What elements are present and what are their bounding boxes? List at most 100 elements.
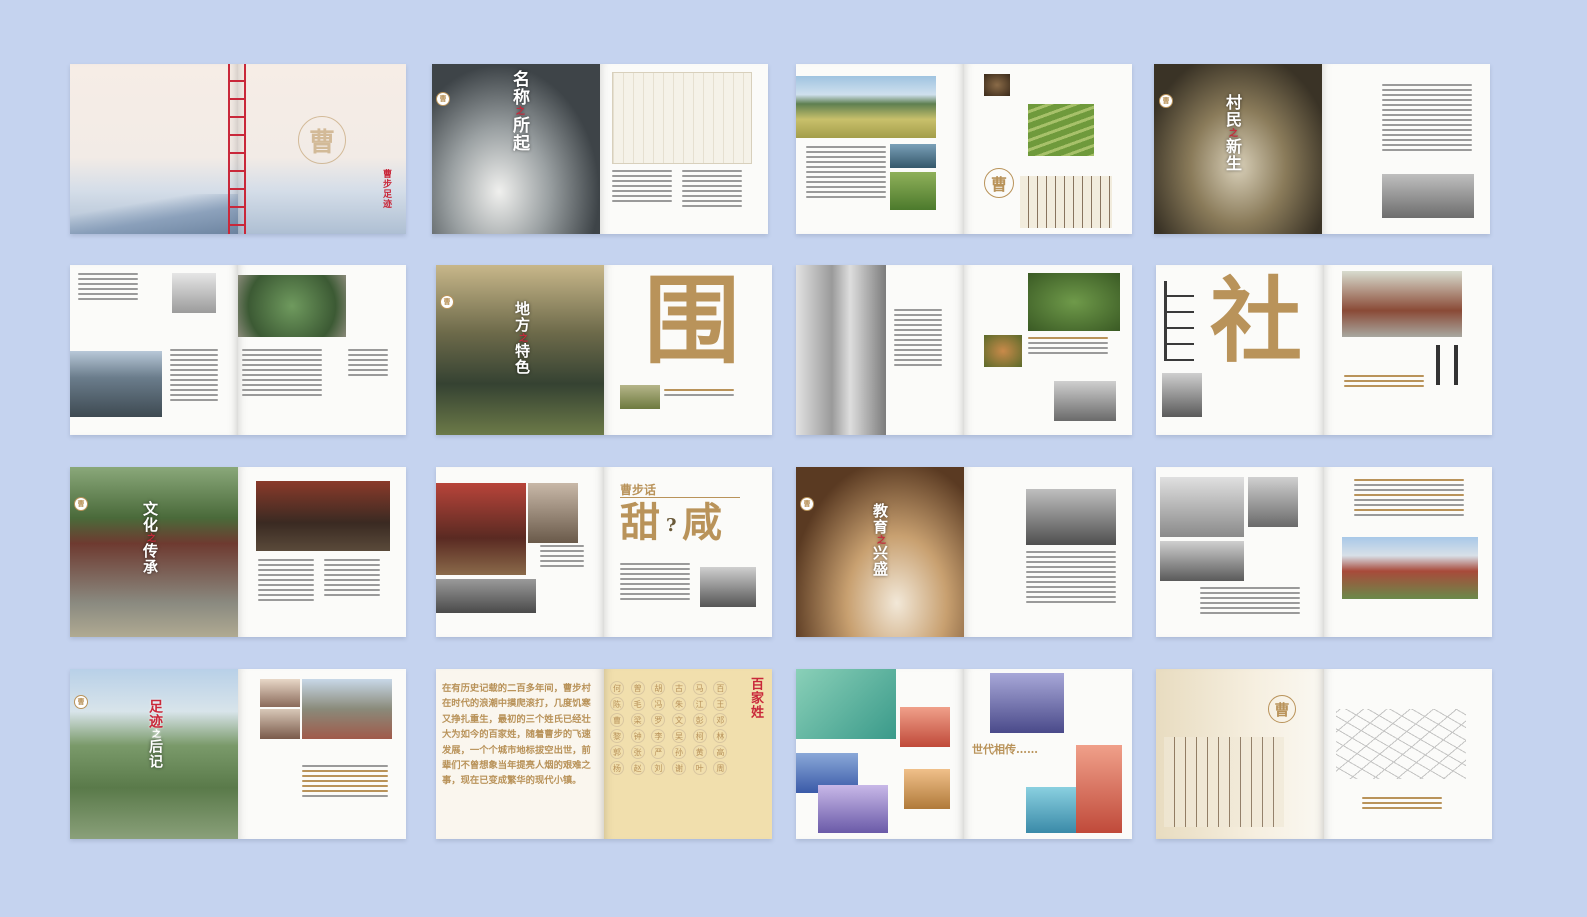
school-gate-photo <box>1160 477 1244 537</box>
calligraphy-scan <box>1020 176 1112 228</box>
body-text-block <box>242 349 322 399</box>
elderly-person-photo <box>1162 373 1202 417</box>
tool-illustration <box>1436 345 1458 385</box>
aerial-tree-photo <box>238 275 346 337</box>
big-character: 社 <box>1210 267 1303 375</box>
cao-logo: 曹 <box>984 168 1014 198</box>
generations-heading: 世代相传…… <box>972 743 1038 756</box>
historic-map-scan <box>612 72 752 164</box>
brochure-spread-cover: 曹 曹步足迹 <box>70 64 406 234</box>
foggy-street-photo <box>1382 174 1474 218</box>
dialect-heading: 曹步话 <box>620 483 657 497</box>
worker-red-photo <box>900 707 950 747</box>
cao-logo: 曹 <box>436 92 450 106</box>
fruit-tree-photo <box>1028 273 1120 331</box>
caption-text <box>1344 375 1424 390</box>
body-text-block <box>78 273 138 303</box>
big-character-salty: 咸 <box>682 499 722 546</box>
cao-logo: 曹 <box>1159 94 1173 108</box>
cover-title: 曹步足迹 <box>381 169 391 209</box>
city-aerial-photo <box>302 679 392 739</box>
cao-logo: 曹 <box>298 116 346 164</box>
red-ladder-decoration <box>228 64 246 234</box>
body-text-block <box>894 309 942 369</box>
temple-gate-photo <box>1342 271 1462 337</box>
cao-logo: 曹 <box>800 497 814 511</box>
people-group-photo <box>1054 381 1116 421</box>
brochure-spread-society: 社 <box>1156 265 1492 435</box>
farmer-purple-photo <box>818 785 888 833</box>
brochure-spread-schools <box>1156 467 1492 637</box>
memorial-arch-photo <box>172 273 216 313</box>
sprinkler-photo <box>796 669 896 739</box>
chapter-title: 足迹之后记 <box>147 699 163 769</box>
chapter-title: 名称之所起 <box>509 70 529 152</box>
grass-photo <box>890 172 936 210</box>
body-text-block <box>1200 587 1300 617</box>
body-text-block <box>612 170 672 205</box>
surname-grid: 何曾胡古马百 陈毛冯朱江王 曹梁罗文彭邓 黎钟李吴柯林 郭张严孙黄高 杨赵刘谢叶… <box>610 681 732 775</box>
chapter-title: 村民之新生 <box>1223 94 1242 172</box>
body-text-block <box>324 559 380 599</box>
fruit-photo <box>984 335 1022 367</box>
terrace-field-photo <box>1028 104 1094 156</box>
brochure-spread-name-origin: 曹 名称之所起 <box>432 64 768 234</box>
brochure-spread-sugarcane <box>796 265 1132 435</box>
cao-logo: 曹 <box>74 695 88 709</box>
body-text-block <box>540 545 584 570</box>
caption-text <box>664 389 734 399</box>
chapter-title: 教育之兴盛 <box>871 503 889 577</box>
orange-photo <box>904 769 950 809</box>
umbrella-procession-photo <box>70 351 162 417</box>
opera-stage-photo <box>436 483 526 575</box>
brochure-spread-landscape: 曹 <box>796 64 1132 234</box>
misty-mountain-image <box>70 194 238 234</box>
big-character-sweet: 甜 <box>620 499 660 546</box>
brochure-spread-education: 曹 教育之兴盛 <box>796 467 1132 637</box>
surname-heading: 百家姓 <box>748 677 763 719</box>
crowd-photo <box>436 579 536 613</box>
chapter-title: 地方之特色 <box>513 301 531 375</box>
field-photo <box>620 385 660 409</box>
body-text-block <box>170 349 218 404</box>
brochure-spread-villager-new-life: 曹 村民之新生 <box>1154 64 1490 234</box>
opera-performer-photo <box>528 483 578 543</box>
body-text-block <box>806 146 886 201</box>
lake-field-photo <box>796 76 936 138</box>
students-photo-2 <box>260 709 300 739</box>
old-photo <box>700 567 756 607</box>
body-text-block <box>258 559 314 604</box>
body-text-block <box>620 563 690 603</box>
brochure-spread-culture: 曹 文化之传承 <box>70 467 406 637</box>
body-text-block <box>302 765 388 800</box>
brochure-spread-local-feature: 曹 地方之特色 围 <box>436 265 772 435</box>
school-building-photo <box>1160 541 1244 581</box>
cao-logo: 曹 <box>440 295 454 309</box>
brochure-spread-surnames: 在有历史记载的二百多年间，曹步村在时代的浪潮中摸爬滚打，几度饥寒又挣扎重生，最初… <box>436 669 772 839</box>
portrait-photo <box>1248 477 1298 527</box>
cao-logo: 曹 <box>1268 695 1296 723</box>
tool-rack-illustration <box>1164 281 1194 361</box>
brochure-spread-afterword: 曹 足迹之后记 <box>70 669 406 839</box>
caption-text <box>1362 797 1442 812</box>
sugarcane-worker-photo <box>796 265 886 435</box>
body-text-block <box>348 349 388 379</box>
body-text-block <box>1354 479 1464 519</box>
cao-logo: 曹 <box>74 497 88 511</box>
brochure-spread-dialect: 曹步话 甜 ? 咸 <box>436 467 772 637</box>
body-text-block <box>682 170 742 210</box>
big-character: 围 <box>644 265 740 377</box>
village-map-illustration <box>1336 709 1466 779</box>
family-blue-photo <box>1026 787 1076 833</box>
calligraphy-scroll <box>1164 737 1284 827</box>
river-photo <box>890 144 936 168</box>
body-text-block <box>1382 84 1472 154</box>
students-photo <box>260 679 300 707</box>
surname-essay: 在有历史记载的二百多年间，曹步村在时代的浪潮中摸爬滚打，几度饥寒又挣扎重生，最初… <box>442 683 591 787</box>
chapter-title: 文化之传承 <box>141 501 159 575</box>
classroom-photo <box>1026 489 1116 545</box>
brochure-spread-ancestral <box>70 265 406 435</box>
ceremony-photo <box>256 481 390 551</box>
body-text-block <box>1028 337 1108 357</box>
brochure-spread-generations: 世代相传…… <box>796 669 1132 839</box>
